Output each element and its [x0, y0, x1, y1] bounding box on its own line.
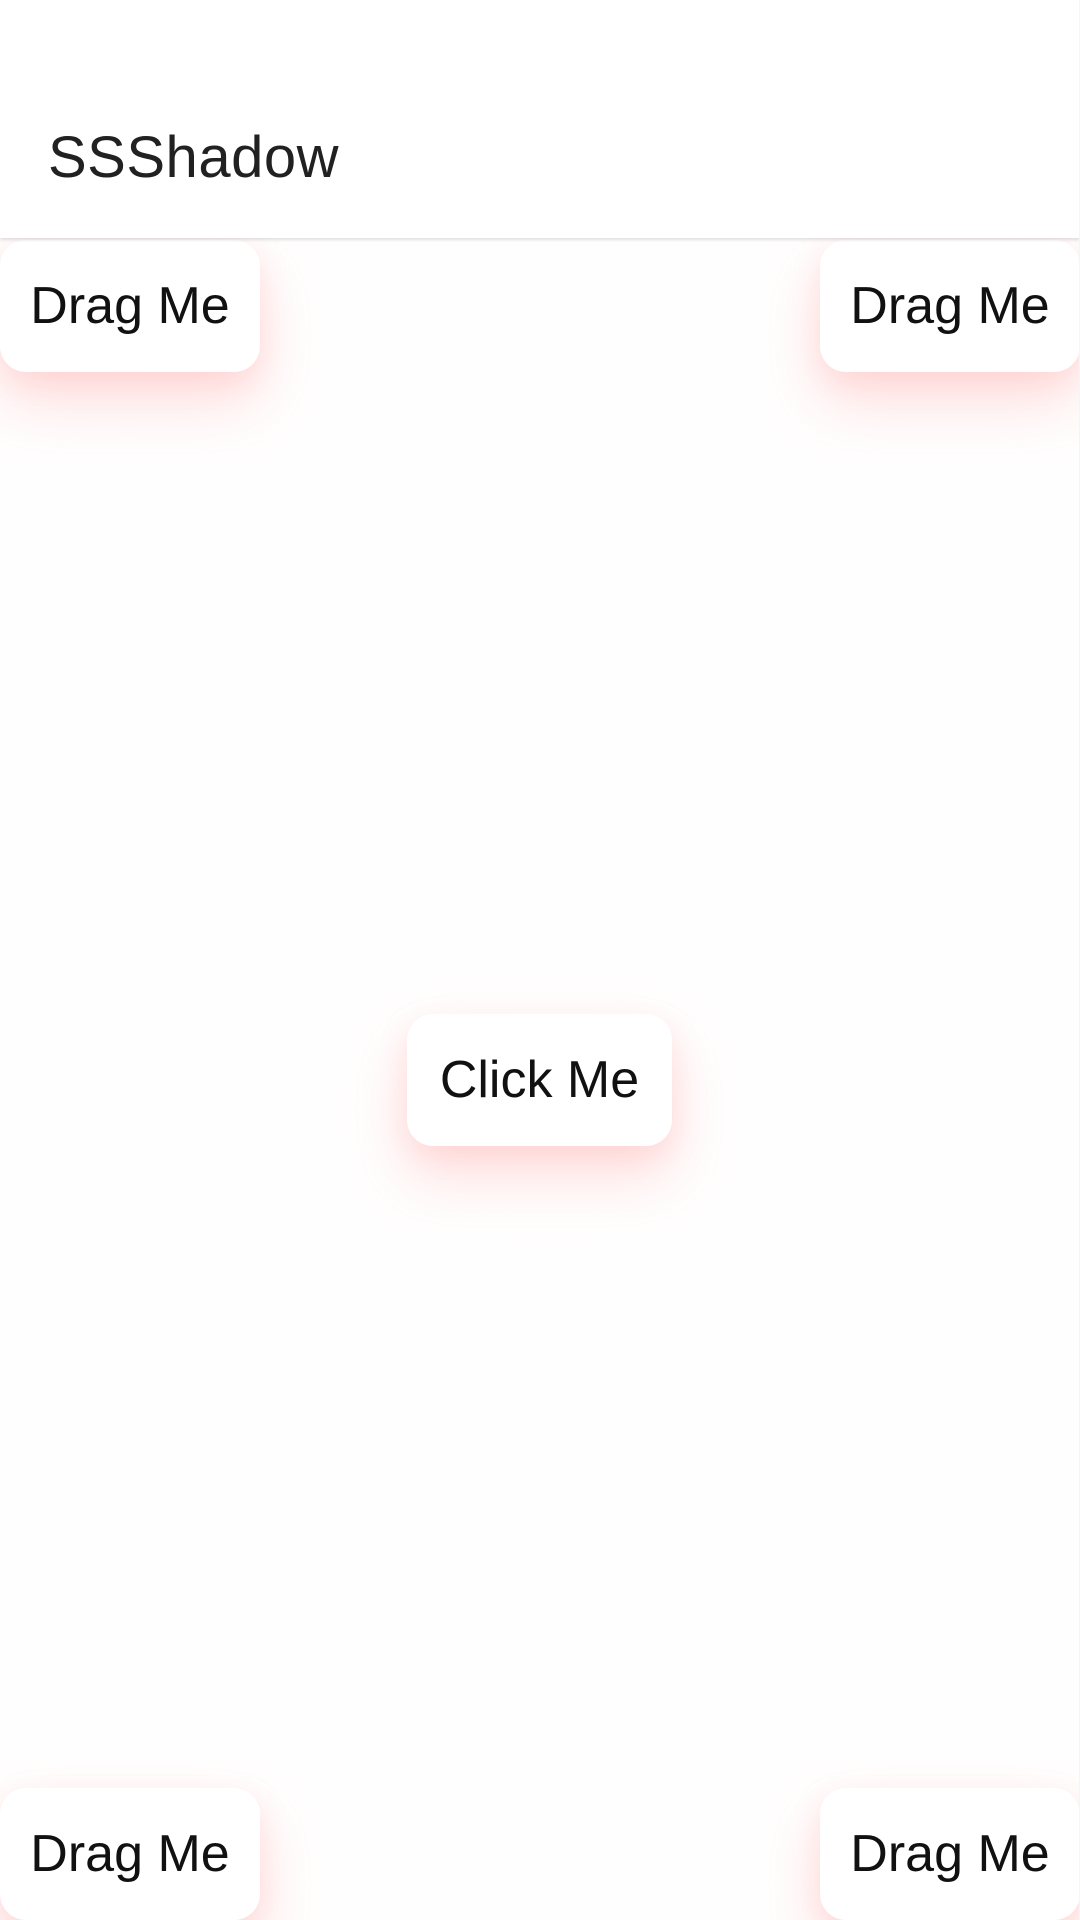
click-me-button[interactable]: Click Me [407, 1014, 672, 1146]
drag-me-button-top-right[interactable]: Drag Me [820, 240, 1080, 372]
screen: SSShadow Drag Me Drag Me Click Me Drag M… [0, 0, 1080, 1920]
app-title: SSShadow [48, 125, 339, 190]
drag-me-button-bottom-right[interactable]: Drag Me [820, 1788, 1080, 1920]
drag-me-button-top-left[interactable]: Drag Me [0, 240, 260, 372]
app-bar: SSShadow [0, 0, 1080, 238]
drag-me-button-bottom-left[interactable]: Drag Me [0, 1788, 260, 1920]
